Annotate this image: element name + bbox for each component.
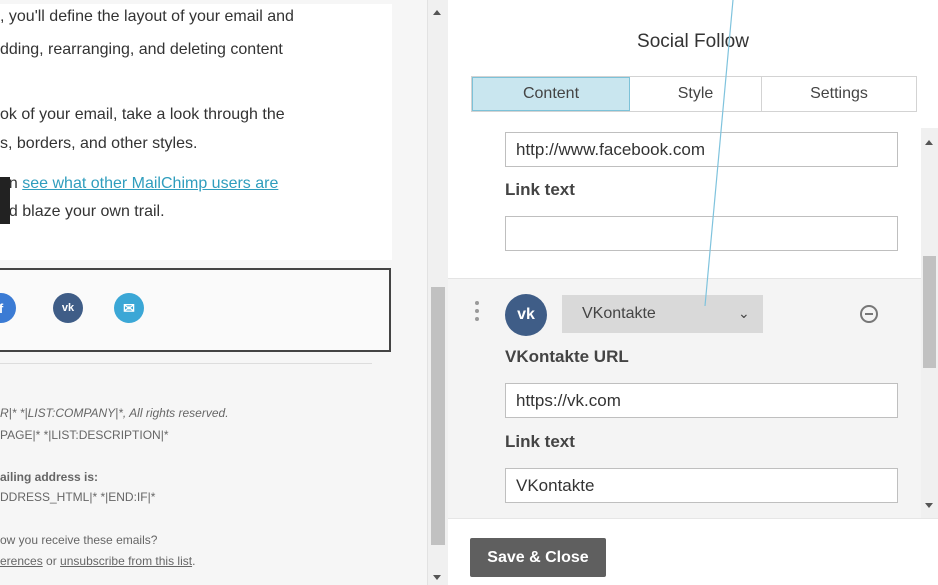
editor-scrollbar[interactable]: [921, 128, 938, 518]
service-select-value: VKontakte: [582, 305, 656, 322]
scroll-down-arrow-icon[interactable]: [925, 503, 933, 508]
vk-icon[interactable]: vk: [53, 293, 83, 323]
social-item-vkontakte: vk VKontakte ⌄ VKontakte URL https://vk.…: [448, 278, 921, 518]
chevron-down-icon: ⌄: [738, 305, 750, 321]
scroll-up-arrow-icon[interactable]: [925, 140, 933, 145]
body-text-line: s, borders, and other styles.: [0, 135, 198, 152]
vk-link-text-label: Link text: [505, 432, 575, 451]
footer-prefs-links: erences or unsubscribe from this list.: [0, 554, 196, 568]
footer-prefs-question: ow you receive these emails?: [0, 533, 158, 547]
tab-settings[interactable]: Settings: [762, 77, 916, 111]
dark-button-edge: [0, 177, 10, 224]
tab-content[interactable]: Content: [472, 77, 630, 111]
body-text-line: nd blaze your own trail.: [0, 203, 165, 220]
body-text-line: an see what other MailChimp users are: [0, 175, 279, 192]
email-preview: , you'll define the layout of your email…: [0, 0, 427, 585]
facebook-icon[interactable]: f: [0, 293, 16, 323]
vk-url-input[interactable]: https://vk.com: [505, 383, 898, 418]
scroll-up-arrow-icon[interactable]: [433, 10, 441, 15]
footer-description: PAGE|* *|LIST:DESCRIPTION|*: [0, 428, 169, 442]
preview-scrollbar[interactable]: [427, 0, 448, 585]
remove-item-icon[interactable]: [860, 305, 878, 323]
vk-link-text-input[interactable]: VKontakte: [505, 468, 898, 503]
unsubscribe-link[interactable]: unsubscribe from this list: [60, 554, 192, 568]
panel-title: Social Follow: [637, 31, 749, 52]
footer-copyright: R|* *|LIST:COMPANY|*, All rights reserve…: [0, 406, 229, 420]
scrollbar-thumb[interactable]: [923, 256, 936, 368]
scroll-down-arrow-icon[interactable]: [433, 575, 441, 580]
social-items-list: http://www.facebook.com Link text vk VKo…: [448, 128, 938, 518]
editor-tabs: Content Style Settings: [471, 76, 917, 112]
panel-footer: Save & Close: [448, 518, 938, 585]
save-close-button[interactable]: Save & Close: [470, 538, 606, 577]
body-text-line: , you'll define the layout of your email…: [0, 8, 294, 25]
facebook-link-text-input[interactable]: [505, 216, 898, 251]
link-text-label: Link text: [505, 180, 575, 199]
facebook-url-input[interactable]: http://www.facebook.com: [505, 132, 898, 167]
vk-url-label: VKontakte URL: [505, 347, 629, 366]
body-text-line: ok of your email, take a look through th…: [0, 106, 285, 123]
body-text-line: dding, rearranging, and deleting content: [0, 41, 283, 58]
tab-style[interactable]: Style: [630, 77, 762, 111]
footer-address-heading: ailing address is:: [0, 470, 99, 484]
block-editor-panel: Social Follow Content Style Settings htt…: [448, 0, 938, 585]
update-preferences-link[interactable]: erences: [0, 554, 43, 568]
service-select[interactable]: VKontakte ⌄: [562, 295, 763, 333]
drag-handle-icon[interactable]: [475, 301, 479, 325]
social-follow-block[interactable]: f vk ✉: [0, 268, 391, 352]
email-icon[interactable]: ✉: [114, 293, 144, 323]
scrollbar-thumb[interactable]: [431, 287, 445, 545]
vk-service-icon: vk: [505, 294, 547, 336]
mailchimp-users-link[interactable]: see what other MailChimp users are: [22, 175, 278, 192]
footer-address: DDRESS_HTML|* *|END:IF|*: [0, 490, 156, 504]
footer-divider: [0, 363, 372, 364]
text-block[interactable]: , you'll define the layout of your email…: [0, 4, 392, 260]
